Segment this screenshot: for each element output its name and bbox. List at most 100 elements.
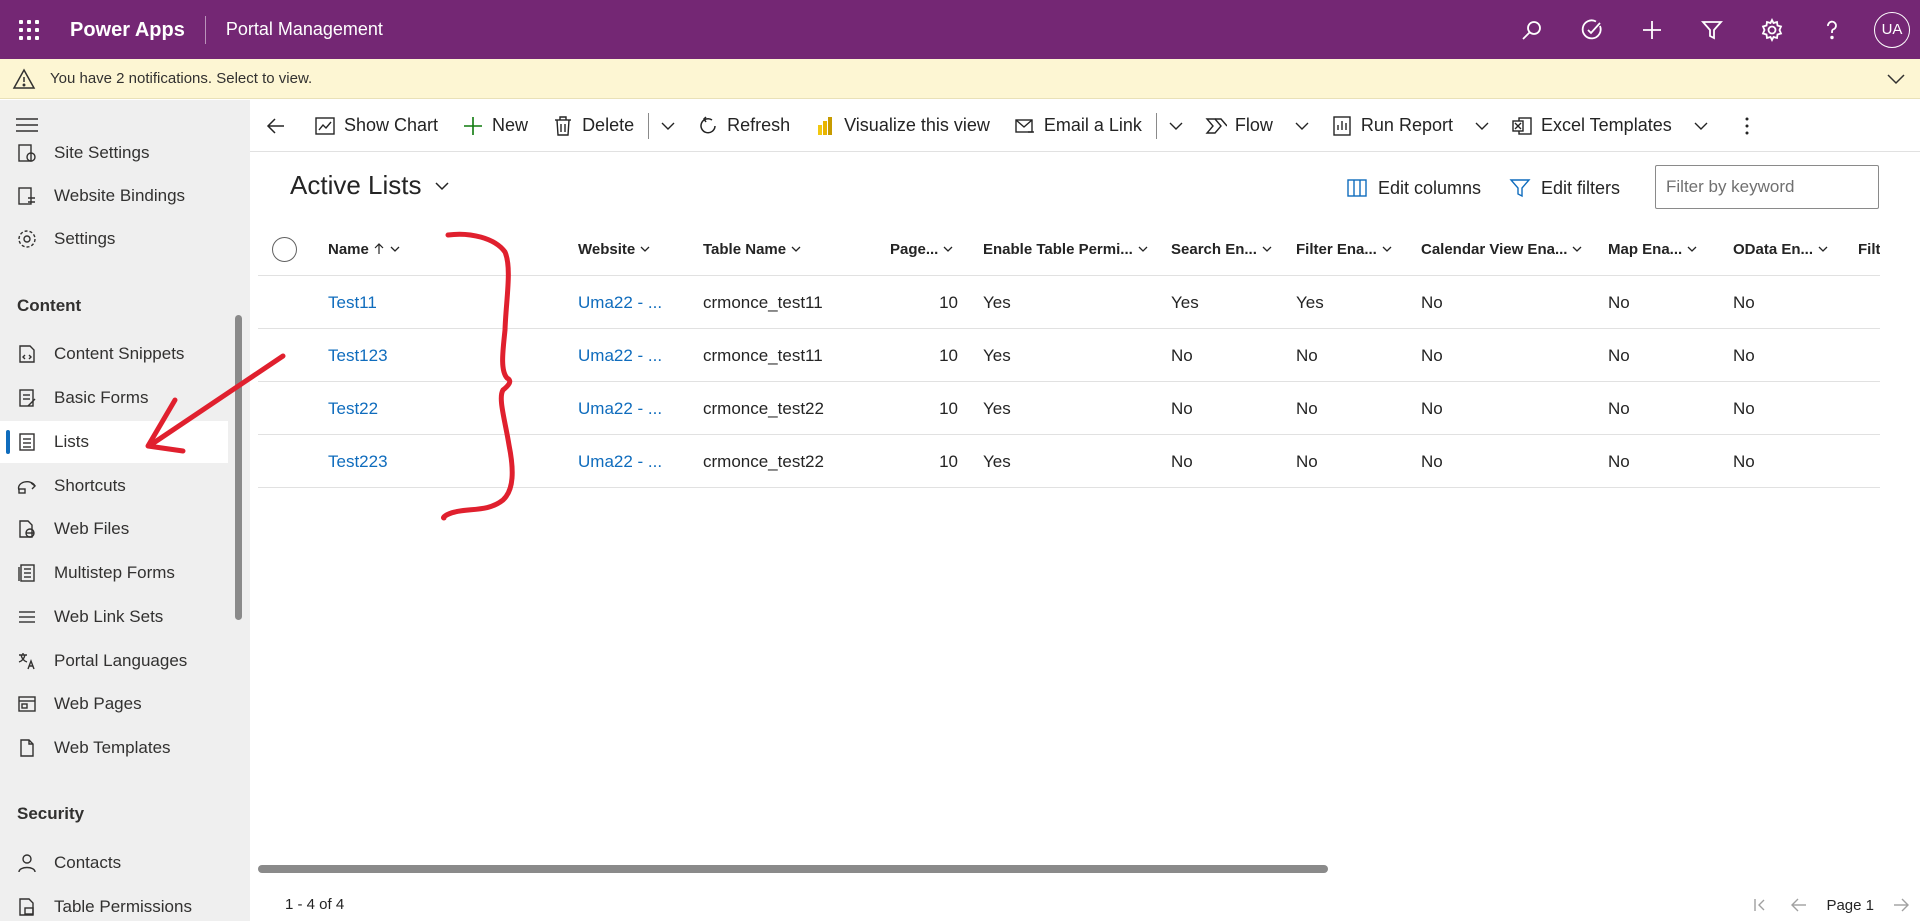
avatar[interactable]: UA <box>1874 11 1910 48</box>
new-button[interactable]: New <box>450 100 540 152</box>
sidebar-item-multistep-forms[interactable]: Multistep Forms <box>0 552 228 594</box>
edit-filters-button[interactable]: Edit filters <box>1509 172 1620 204</box>
page-number: Page 1 <box>1826 896 1874 914</box>
sidebar-item-site-settings[interactable]: Site Settings <box>0 132 228 174</box>
view-selector[interactable]: Active Lists <box>290 170 452 201</box>
sidebar-item-portal-languages[interactable]: Portal Languages <box>0 640 228 682</box>
site-settings-icon <box>16 142 38 164</box>
cell-website[interactable]: Uma22 - ... <box>578 436 662 488</box>
sidebar-item-web-pages[interactable]: Web Pages <box>0 683 228 725</box>
cell-table-permissions: Yes <box>983 452 1011 471</box>
chevron-down-icon[interactable] <box>1884 67 1908 91</box>
sidebar-item-shortcuts[interactable]: Shortcuts <box>0 465 228 507</box>
command-bar: Show Chart New Delete Refresh Visualize … <box>250 100 1920 152</box>
back-button[interactable] <box>250 100 302 152</box>
column-header-table-name[interactable]: Table Name <box>703 222 802 276</box>
email-link-button[interactable]: Email a Link <box>1002 100 1154 152</box>
delete-button[interactable]: Delete <box>540 100 646 152</box>
edit-filters-label: Edit filters <box>1541 177 1621 198</box>
task-check-icon[interactable] <box>1562 0 1622 59</box>
sidebar-item-website-bindings[interactable]: Website Bindings <box>0 175 228 217</box>
app-launcher-icon[interactable] <box>0 0 58 59</box>
show-chart-button[interactable]: Show Chart <box>302 100 450 152</box>
filter-icon <box>1509 179 1531 198</box>
cell-website[interactable]: Uma22 - ... <box>578 277 662 329</box>
help-icon[interactable] <box>1802 0 1862 59</box>
cell-name[interactable]: Test223 <box>328 436 388 488</box>
excel-templates-button[interactable]: Excel Templates <box>1499 100 1684 152</box>
cell-map-enabled: No <box>1608 346 1630 365</box>
sidebar-item-basic-forms[interactable]: Basic Forms <box>0 377 228 419</box>
cell-name[interactable]: Test22 <box>328 383 378 435</box>
search-icon[interactable] <box>1502 0 1562 59</box>
cell-filter-enabled: No <box>1296 346 1318 365</box>
column-header-odata-enabled[interactable]: OData En... <box>1733 222 1829 276</box>
refresh-button[interactable]: Refresh <box>685 100 802 152</box>
column-header-calendar-view-enabled[interactable]: Calendar View Ena... <box>1421 222 1583 276</box>
sidebar-item-label: Content Snippets <box>54 344 185 363</box>
sidebar-item-contacts[interactable]: Contacts <box>0 842 228 884</box>
chevron-down-icon <box>1138 246 1148 252</box>
table-row[interactable]: Test123 Uma22 - ... crmonce_test11 10 Ye… <box>258 330 1880 382</box>
edit-columns-button[interactable]: Edit columns <box>1346 172 1481 204</box>
table-row[interactable]: Test11 Uma22 - ... crmonce_test11 10 Yes… <box>258 277 1880 329</box>
table-row[interactable]: Test22 Uma22 - ... crmonce_test22 10 Yes… <box>258 383 1880 435</box>
column-header-map-enabled[interactable]: Map Ena... <box>1608 222 1698 276</box>
column-header-enable-table-permissions[interactable]: Enable Table Permi... <box>983 222 1149 276</box>
excel-templates-dropdown[interactable] <box>1684 100 1718 152</box>
flow-button[interactable]: Flow <box>1193 100 1285 152</box>
cell-name[interactable]: Test123 <box>328 330 388 382</box>
select-all-checkbox[interactable] <box>272 237 297 262</box>
cell-name[interactable]: Test11 <box>328 277 377 329</box>
permission-icon <box>16 896 38 918</box>
power-bi-icon <box>818 116 833 135</box>
horizontal-scrollbar[interactable] <box>258 865 1328 873</box>
filter-keyword-input[interactable] <box>1655 165 1879 209</box>
cell-website[interactable]: Uma22 - ... <box>578 330 662 382</box>
grid-header: Name Website Table Name Page... Enable T… <box>258 222 1880 276</box>
run-report-button[interactable]: Run Report <box>1319 100 1465 152</box>
flow-dropdown[interactable] <box>1285 100 1319 152</box>
app-name[interactable]: Power Apps <box>58 15 206 44</box>
cell-website[interactable]: Uma22 - ... <box>578 383 662 435</box>
chevron-down-icon <box>1687 246 1697 252</box>
sidebar-scrollbar[interactable] <box>235 315 242 620</box>
environment-name[interactable]: Portal Management <box>206 19 383 40</box>
sidebar-item-web-templates[interactable]: Web Templates <box>0 727 228 769</box>
column-label: Filter Ena... <box>1296 240 1377 258</box>
email-more-dropdown[interactable] <box>1159 100 1193 152</box>
run-report-dropdown[interactable] <box>1465 100 1499 152</box>
sidebar-item-settings[interactable]: Settings <box>0 218 228 260</box>
top-bar: Power Apps Portal Management UA <box>0 0 1920 59</box>
column-header-name[interactable]: Name <box>328 222 401 276</box>
pager: Page 1 <box>1742 890 1920 920</box>
add-icon[interactable] <box>1622 0 1682 59</box>
chevron-down-icon <box>434 181 449 190</box>
column-header-filter-enabled[interactable]: Filter Ena... <box>1296 222 1393 276</box>
next-page-icon[interactable] <box>1892 896 1910 914</box>
delete-more-dropdown[interactable] <box>651 100 685 152</box>
notification-text[interactable]: You have 2 notifications. Select to view… <box>50 70 312 87</box>
column-header-search-enabled[interactable]: Search En... <box>1171 222 1273 276</box>
warning-icon <box>12 67 36 89</box>
column-header-filter-truncated[interactable]: Filt <box>1858 222 1880 276</box>
filter-icon[interactable] <box>1682 0 1742 59</box>
gear-icon[interactable] <box>1742 0 1802 59</box>
column-header-page-size[interactable]: Page... <box>890 222 954 276</box>
sidebar-item-lists[interactable]: Lists <box>0 421 228 463</box>
excel-templates-label: Excel Templates <box>1540 115 1672 135</box>
chevron-down-icon <box>943 246 953 252</box>
more-commands-button[interactable] <box>1718 100 1784 152</box>
previous-page-icon[interactable] <box>1790 896 1808 914</box>
chevron-down-icon <box>1169 122 1183 130</box>
column-header-website[interactable]: Website <box>578 222 651 276</box>
notification-bar[interactable]: You have 2 notifications. Select to view… <box>0 59 1920 99</box>
visualize-view-button[interactable]: Visualize this view <box>802 100 1002 152</box>
first-page-icon[interactable] <box>1752 896 1770 914</box>
table-row[interactable]: Test223 Uma22 - ... crmonce_test22 10 Ye… <box>258 436 1880 488</box>
sidebar-item-web-link-sets[interactable]: Web Link Sets <box>0 596 228 638</box>
cell-filter-enabled: Yes <box>1296 293 1324 312</box>
sidebar-item-web-files[interactable]: Web Files <box>0 508 228 550</box>
sidebar-item-table-permissions[interactable]: Table Permissions <box>0 886 228 921</box>
sidebar-item-content-snippets[interactable]: Content Snippets <box>0 333 228 375</box>
